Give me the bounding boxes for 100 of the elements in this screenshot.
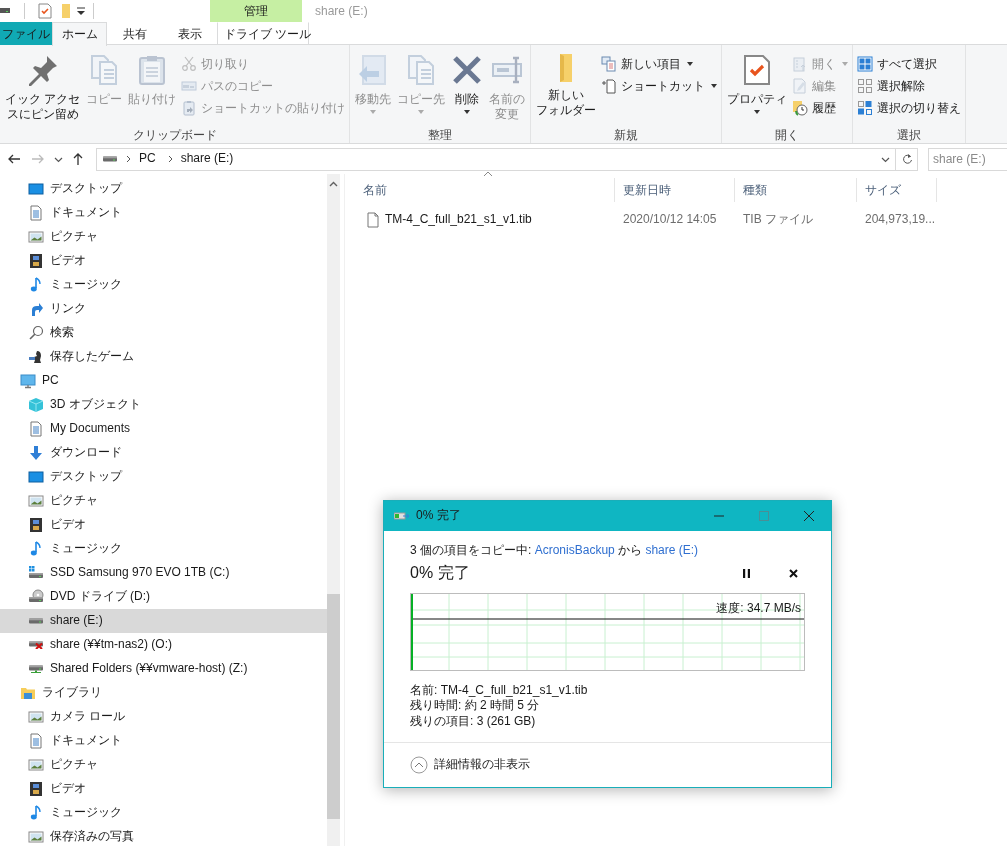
file-name[interactable]: TM-4_C_full_b21_s1_v1.tib xyxy=(385,212,532,228)
path-icon xyxy=(181,78,198,94)
computer-icon xyxy=(20,373,36,389)
dialog-title: 0% 完了 xyxy=(416,508,462,524)
chevron-down-icon xyxy=(53,155,63,163)
nav-item[interactable]: ミュージック xyxy=(0,273,327,297)
pin-icon xyxy=(26,54,59,86)
ribbon-button[interactable]: 選択解除 xyxy=(855,75,964,97)
nav-item[interactable]: ライブラリ xyxy=(0,681,327,705)
detail-text: 残りの項目: 3 (261 GB) xyxy=(410,713,537,730)
scrollbar[interactable] xyxy=(327,174,340,846)
image-icon xyxy=(28,709,44,725)
nav-item[interactable]: ミュージック xyxy=(0,537,327,561)
table-cell-text: 204,973,19... xyxy=(864,212,937,228)
cube-icon xyxy=(28,397,44,413)
file-icon xyxy=(365,212,381,228)
location-link[interactable]: share (E:) xyxy=(645,543,699,557)
details-toggle[interactable]: 詳細情報の非表示 xyxy=(410,756,530,774)
ribbon-button[interactable]: 削除 xyxy=(448,49,487,127)
image-icon xyxy=(28,757,44,773)
scrollbar-thumb[interactable] xyxy=(327,594,340,819)
chevron-right-icon xyxy=(167,155,173,163)
column-header[interactable]: 名前 xyxy=(355,178,615,202)
ribbon-tab[interactable]: ファイル xyxy=(0,22,52,45)
nav-item[interactable]: ダウンロード xyxy=(0,441,327,465)
network-drive-icon xyxy=(28,640,44,650)
image-icon xyxy=(28,493,44,509)
breadcrumb[interactable]: share (E:) xyxy=(176,151,238,167)
folder-icon xyxy=(560,54,573,82)
nav-item[interactable]: Shared Folders (¥¥vmware-host) (Z:) xyxy=(0,657,327,681)
nav-item[interactable]: デスクトップ xyxy=(0,177,327,201)
column-header[interactable]: サイズ xyxy=(857,178,937,202)
ribbon-tab[interactable]: 共有 xyxy=(107,22,162,45)
document-icon xyxy=(28,205,44,221)
nav-item[interactable]: 保存したゲーム xyxy=(0,345,327,369)
ribbon-button[interactable]: すべて選択 xyxy=(855,53,964,75)
address-bar[interactable]: PC share (E:) xyxy=(96,147,918,171)
speed-label: 速度: 34.7 MB/s xyxy=(716,600,801,615)
ribbon-button[interactable]: プロパティ xyxy=(724,49,791,127)
nav-item[interactable]: ビデオ xyxy=(0,777,327,801)
nav-item[interactable]: 検索 xyxy=(0,321,327,345)
document-icon xyxy=(28,733,44,749)
ribbon-button[interactable]: 履歴 xyxy=(790,97,851,119)
group-label: クリップボード xyxy=(131,127,218,143)
ribbon-tab[interactable]: ホーム xyxy=(52,22,107,46)
chevron-down-icon[interactable] xyxy=(881,155,890,163)
dropdown-icon[interactable] xyxy=(75,5,87,17)
nav-item[interactable]: ビデオ xyxy=(0,513,327,537)
copy-status-text: 3 個の項目をコピー中: AcronisBackup から share (E:) xyxy=(410,543,700,559)
detail-text: 名前: TM-4_C_full_b21_s1_v1.tib xyxy=(410,682,589,699)
pause-icon xyxy=(741,569,751,579)
progress-heading: 0% 完了 xyxy=(410,563,471,584)
nav-item[interactable]: ミュージック xyxy=(0,801,327,825)
nav-item[interactable]: ドキュメント xyxy=(0,729,327,753)
nav-item[interactable]: カメラ ロール xyxy=(0,705,327,729)
nav-item[interactable]: PC xyxy=(0,369,327,393)
nav-item[interactable]: ドキュメント xyxy=(0,201,327,225)
column-header[interactable]: 更新日時 xyxy=(615,178,735,202)
column-header[interactable]: 種類 xyxy=(735,178,857,202)
group-label: 新規 xyxy=(613,127,640,143)
ribbon-button[interactable]: イック アクセ スにピン留め xyxy=(2,49,84,127)
nav-item[interactable]: 保存済みの写真 xyxy=(0,825,327,846)
chevron-right-icon xyxy=(126,155,131,163)
up-icon xyxy=(71,152,85,166)
ribbon-button[interactable]: 選択の切り替え xyxy=(855,97,964,119)
ribbon-tab[interactable]: 表示 xyxy=(162,22,217,45)
forward-icon xyxy=(31,152,45,166)
ribbon-button[interactable]: 新しい フォルダー xyxy=(533,49,600,127)
ribbon-button[interactable]: ショートカット xyxy=(599,75,720,97)
nav-item[interactable]: デスクトップ xyxy=(0,465,327,489)
nav-item[interactable]: share (E:) xyxy=(0,609,327,633)
nav-item[interactable]: ピクチャ xyxy=(0,489,327,513)
chevron-up-circle-icon xyxy=(410,756,428,774)
search-field[interactable]: share (E:) xyxy=(928,147,1007,171)
drive-icon xyxy=(28,565,44,581)
location-link[interactable]: AcronisBackup xyxy=(534,543,615,557)
scroll-up-icon[interactable] xyxy=(329,181,338,187)
search-icon xyxy=(28,325,44,341)
ribbon-button[interactable]: 新しい項目 xyxy=(599,53,720,75)
copy-progress-icon xyxy=(394,510,410,522)
image-icon xyxy=(28,229,44,245)
breadcrumb[interactable]: PC xyxy=(135,151,160,167)
image-icon xyxy=(28,829,44,845)
checkmark-page-icon[interactable] xyxy=(37,3,53,19)
nav-item[interactable]: share (¥¥tm-nas2) (O:) xyxy=(0,633,327,657)
nav-item[interactable]: ビデオ xyxy=(0,249,327,273)
nav-item[interactable]: ピクチャ xyxy=(0,225,327,249)
nav-item[interactable]: 3D オブジェクト xyxy=(0,393,327,417)
text-field-icon xyxy=(491,54,524,86)
refresh-icon xyxy=(900,153,913,165)
nav-item[interactable]: SSD Samsung 970 EVO 1TB (C:) xyxy=(0,561,327,585)
maximize-icon xyxy=(758,511,769,521)
nav-item[interactable]: DVD ドライブ (D:) xyxy=(0,585,327,609)
film-icon xyxy=(28,781,44,797)
nav-item[interactable]: My Documents xyxy=(0,417,327,441)
table-cell-text: TIB ファイル xyxy=(742,212,814,228)
scissors-icon xyxy=(181,56,198,72)
nav-item[interactable]: リンク xyxy=(0,297,327,321)
nav-item[interactable]: ピクチャ xyxy=(0,753,327,777)
film-icon xyxy=(28,517,44,533)
